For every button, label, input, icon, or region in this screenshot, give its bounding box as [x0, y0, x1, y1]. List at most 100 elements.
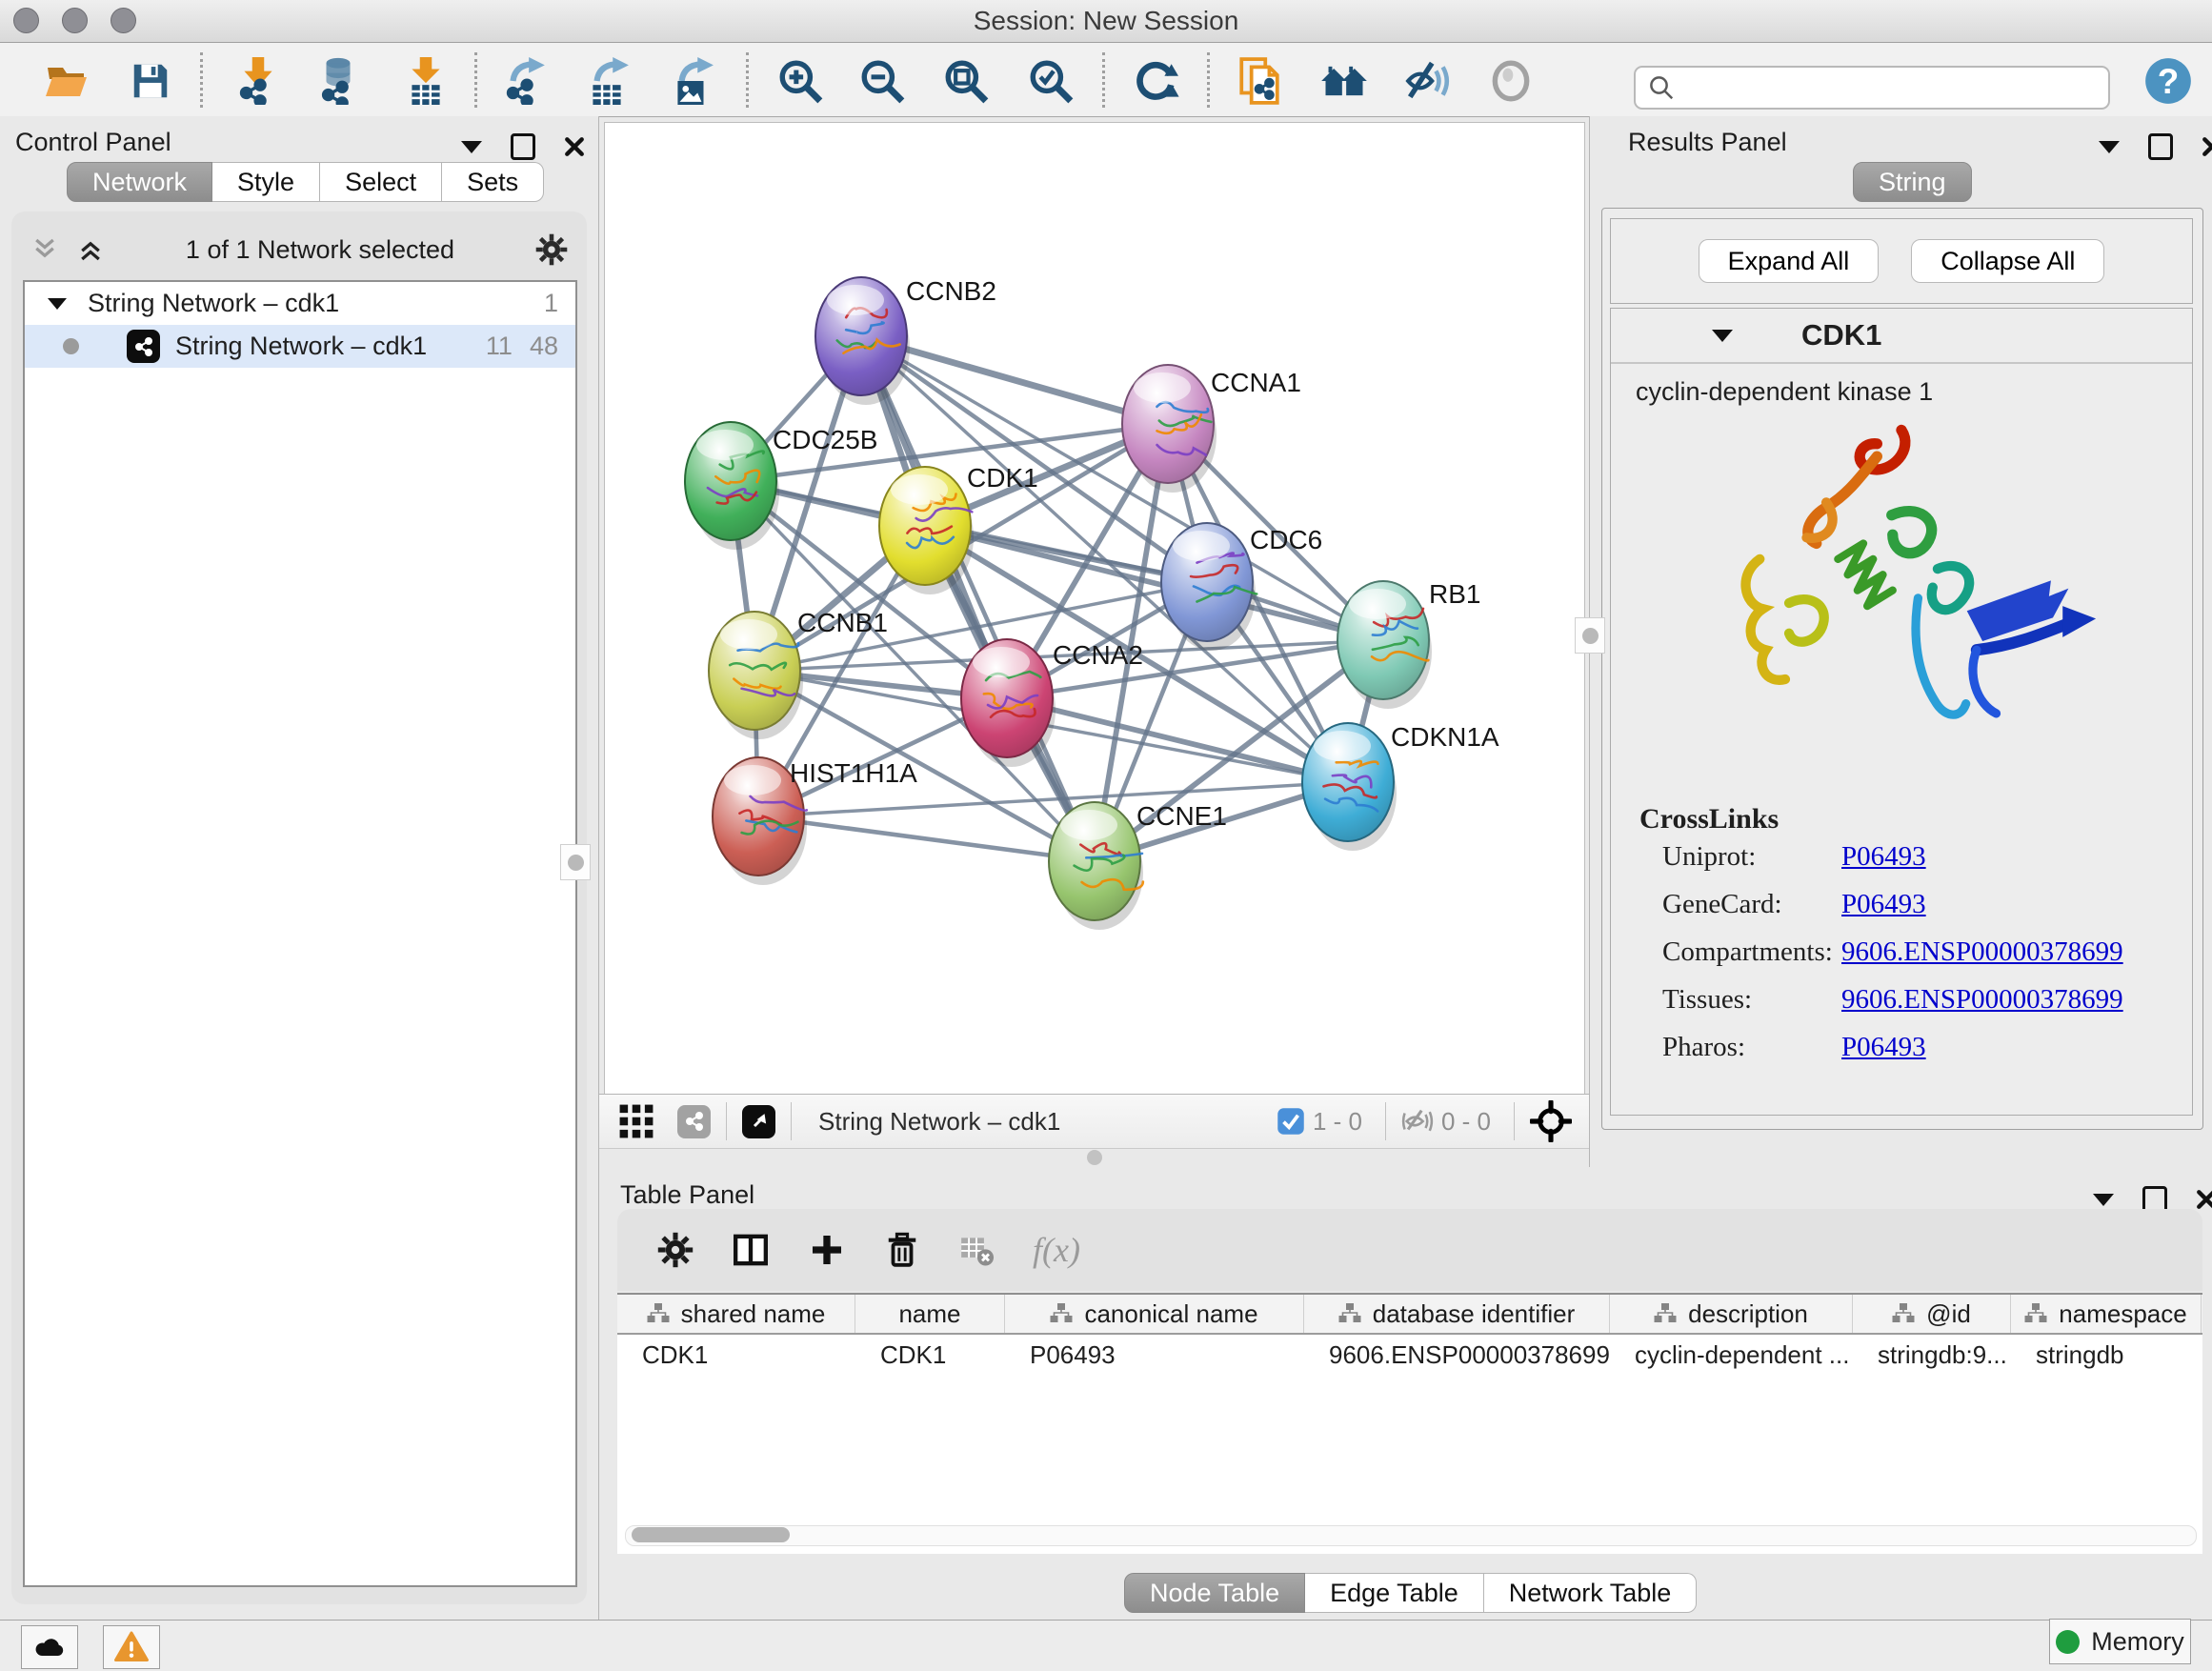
expand-all-button[interactable]: Expand All: [1699, 239, 1880, 283]
memory-button[interactable]: Memory: [2049, 1619, 2191, 1664]
tab-network[interactable]: Network: [67, 162, 212, 202]
birdseye-view-icon[interactable]: [742, 1105, 775, 1138]
network-node-CCNB1[interactable]: [709, 612, 803, 739]
tab-edge-table[interactable]: Edge Table: [1305, 1573, 1484, 1613]
show-columns-icon[interactable]: [732, 1231, 770, 1269]
table-cell[interactable]: stringdb: [2011, 1335, 2202, 1375]
table-cell[interactable]: 9606.ENSP00000378699: [1304, 1335, 1610, 1375]
export-network-icon[interactable]: [500, 56, 550, 106]
grid-view-icon[interactable]: [618, 1103, 654, 1139]
crosslink-link[interactable]: 9606.ENSP00000378699: [1841, 984, 2123, 1015]
node-label-CDKN1A: CDKN1A: [1391, 722, 1499, 752]
splitter-handle-icon[interactable]: [1087, 1150, 1102, 1165]
open-session-icon[interactable]: [42, 56, 91, 106]
float-panel-icon[interactable]: [2093, 1194, 2114, 1206]
warning-button[interactable]: [103, 1625, 160, 1669]
selected-checkbox-icon[interactable]: [1277, 1107, 1305, 1136]
column-header-name[interactable]: name: [855, 1295, 1005, 1333]
network-node-CCNA2[interactable]: [961, 639, 1056, 767]
export-table-icon[interactable]: [582, 56, 632, 106]
crosslink-link[interactable]: P06493: [1841, 889, 1926, 919]
delete-column-trash-icon[interactable]: [884, 1232, 920, 1268]
copy-network-icon[interactable]: [1235, 56, 1284, 106]
column-header-namespace[interactable]: namespace: [2011, 1295, 2202, 1333]
maximize-panel-icon[interactable]: [2148, 133, 2173, 160]
table-cell[interactable]: P06493: [1005, 1335, 1304, 1375]
gene-header[interactable]: CDK1: [1611, 309, 2192, 364]
import-table-file-icon[interactable]: [401, 56, 451, 106]
float-panel-icon[interactable]: [2099, 141, 2120, 153]
search-input[interactable]: [1676, 72, 2108, 104]
network-node-CDKN1A[interactable]: [1302, 723, 1397, 851]
tab-style[interactable]: Style: [212, 162, 320, 202]
export-image-icon[interactable]: [667, 56, 716, 106]
zoom-fit-icon[interactable]: [941, 56, 991, 106]
refresh-icon[interactable]: [1131, 56, 1180, 106]
maximize-panel-icon[interactable]: [511, 133, 535, 160]
current-network-dot-icon: [63, 338, 79, 354]
table-row[interactable]: CDK1CDK1P064939606.ENSP00000378699cyclin…: [617, 1335, 2202, 1375]
tab-network-table[interactable]: Network Table: [1484, 1573, 1698, 1613]
crosshair-icon[interactable]: [1530, 1100, 1572, 1142]
scrollbar-thumb[interactable]: [632, 1527, 790, 1542]
table-cell[interactable]: CDK1: [855, 1335, 1005, 1375]
crosslink-link[interactable]: 9606.ENSP00000378699: [1841, 936, 2123, 967]
column-header-shared-name[interactable]: shared name: [617, 1295, 855, 1333]
table-settings-gear-icon[interactable]: [657, 1232, 694, 1268]
table-cell[interactable]: stringdb:9...: [1853, 1335, 2011, 1375]
column-header--id[interactable]: @id: [1853, 1295, 2011, 1333]
gene-expand-icon[interactable]: [1712, 330, 1733, 342]
network-view-share-icon[interactable]: [677, 1105, 711, 1138]
tab-sets[interactable]: Sets: [442, 162, 544, 202]
import-network-database-icon[interactable]: [313, 56, 363, 106]
collapse-all-icon[interactable]: [30, 235, 59, 264]
first-neighbors-icon[interactable]: [1319, 56, 1369, 106]
column-header-canonical-name[interactable]: canonical name: [1005, 1295, 1304, 1333]
tab-node-table[interactable]: Node Table: [1124, 1573, 1305, 1613]
node-table[interactable]: shared namenamecanonical namedatabase id…: [617, 1293, 2202, 1554]
close-panel-icon[interactable]: [2196, 1189, 2212, 1210]
cloud-button[interactable]: [21, 1625, 78, 1669]
gear-icon[interactable]: [535, 233, 568, 266]
column-header-database-identifier[interactable]: database identifier: [1304, 1295, 1610, 1333]
tab-select[interactable]: Select: [320, 162, 442, 202]
network-edge-HIST1H1A-CCNE1[interactable]: [758, 816, 1095, 861]
save-session-icon[interactable]: [126, 56, 175, 106]
network-canvas[interactable]: CCNB2CCNA1CDC25BCDK1CDC6RB1CCNB1CCNA2CDK…: [604, 122, 1585, 1096]
left-splitter-grip[interactable]: [560, 844, 591, 880]
right-splitter-grip[interactable]: [1575, 617, 1605, 654]
zoom-out-icon[interactable]: [857, 56, 907, 106]
close-panel-icon[interactable]: [564, 136, 585, 157]
close-panel-icon[interactable]: [2202, 136, 2212, 157]
expand-all-icon[interactable]: [76, 235, 105, 264]
crosslink-link[interactable]: P06493: [1841, 1032, 1926, 1062]
horizontal-splitter[interactable]: [599, 1148, 1589, 1167]
show-hide-graphics-icon[interactable]: [1403, 56, 1453, 106]
add-column-icon[interactable]: [808, 1231, 846, 1269]
import-network-file-icon[interactable]: [233, 56, 283, 106]
collection-expand-icon[interactable]: [48, 298, 67, 310]
column-header-description[interactable]: description: [1610, 1295, 1853, 1333]
network-node-CDC6[interactable]: [1161, 523, 1257, 651]
help-icon[interactable]: ?: [2143, 56, 2193, 106]
network-collection-row[interactable]: String Network – cdk1 1: [25, 282, 575, 325]
collapse-all-button[interactable]: Collapse All: [1911, 239, 2104, 283]
tab-string[interactable]: String: [1853, 162, 1972, 202]
network-edge-count: 48: [530, 332, 558, 361]
table-cell[interactable]: CDK1: [617, 1335, 855, 1375]
float-panel-icon[interactable]: [461, 141, 482, 153]
crosslink-link[interactable]: P06493: [1841, 841, 1926, 872]
zoom-in-icon[interactable]: [775, 56, 825, 106]
zoom-selected-icon[interactable]: [1026, 56, 1076, 106]
network-graph[interactable]: CCNB2CCNA1CDC25BCDK1CDC6RB1CCNB1CCNA2CDK…: [605, 123, 1584, 1095]
network-node-CDK1[interactable]: [879, 467, 974, 594]
network-node-RB1[interactable]: [1337, 581, 1432, 709]
horizontal-scrollbar[interactable]: [625, 1525, 2197, 1546]
table-cell[interactable]: cyclin-dependent ...: [1610, 1335, 1853, 1375]
hierarchy-icon: [2024, 1302, 2047, 1325]
network-row[interactable]: String Network – cdk1 11 48: [25, 325, 575, 368]
network-node-CCNE1[interactable]: [1049, 802, 1143, 930]
network-node-CCNB2[interactable]: [815, 277, 910, 405]
network-node-CDC25B[interactable]: [685, 422, 779, 550]
control-panel: Control Panel NetworkStyleSelectSets 1 o…: [0, 116, 599, 1620]
